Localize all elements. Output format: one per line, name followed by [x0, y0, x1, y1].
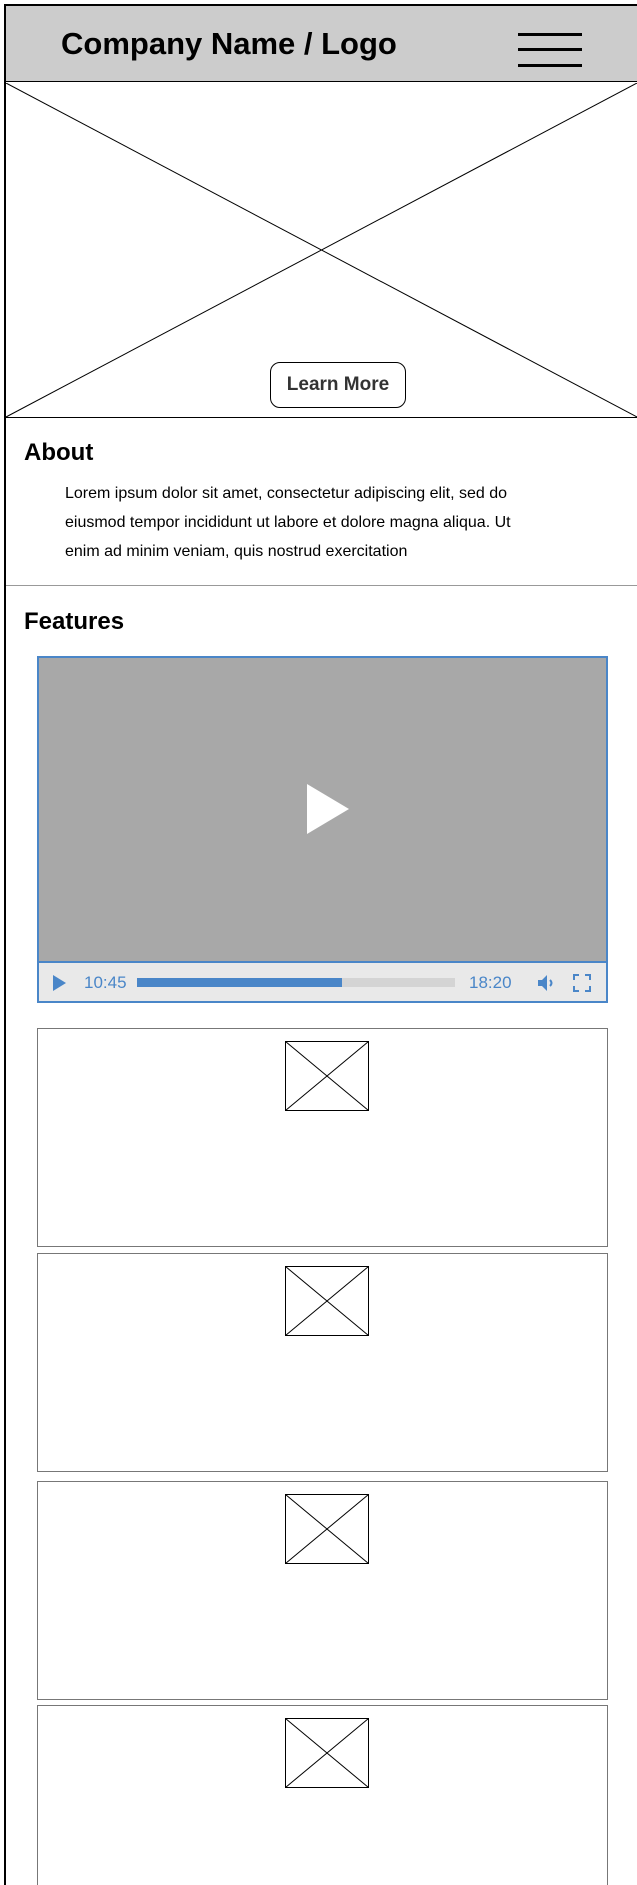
- volume-icon[interactable]: [536, 973, 558, 993]
- image-placeholder-icon: [285, 1718, 369, 1788]
- hero-banner: Learn More: [6, 83, 637, 418]
- current-time: 10:45: [84, 973, 127, 992]
- image-placeholder-icon: [285, 1041, 369, 1111]
- features-heading: Features: [24, 608, 125, 635]
- about-line: Lorem ipsum dolor sit amet, consectetur …: [65, 485, 507, 502]
- feature-card: [37, 1705, 608, 1885]
- feature-card: [37, 1253, 608, 1472]
- play-icon[interactable]: [307, 784, 349, 834]
- about-line: enim ad minim veniam, quis nostrud exerc…: [65, 543, 408, 560]
- learn-more-button[interactable]: Learn More: [270, 362, 406, 408]
- play-icon[interactable]: [53, 975, 66, 991]
- video-controls: 10:45 18:20: [39, 961, 606, 1001]
- video-player[interactable]: 10:45 18:20: [37, 656, 608, 1003]
- image-placeholder-icon: [285, 1494, 369, 1564]
- about-heading: About: [24, 439, 94, 466]
- feature-card: [37, 1481, 608, 1700]
- fullscreen-icon[interactable]: [573, 974, 591, 992]
- progress-bar[interactable]: [137, 978, 455, 987]
- company-logo[interactable]: Company Name / Logo: [61, 26, 397, 62]
- about-text: Lorem ipsum dolor sit amet, consectetur …: [65, 479, 565, 566]
- hamburger-icon[interactable]: [518, 28, 582, 70]
- section-divider: [6, 585, 637, 586]
- about-line: eiusmod tempor incididunt ut labore et d…: [65, 514, 511, 531]
- feature-card: [37, 1028, 608, 1247]
- duration-time: 18:20: [469, 973, 512, 992]
- image-placeholder-icon: [285, 1266, 369, 1336]
- progress-fill: [137, 978, 343, 987]
- site-header: Company Name / Logo: [6, 6, 637, 82]
